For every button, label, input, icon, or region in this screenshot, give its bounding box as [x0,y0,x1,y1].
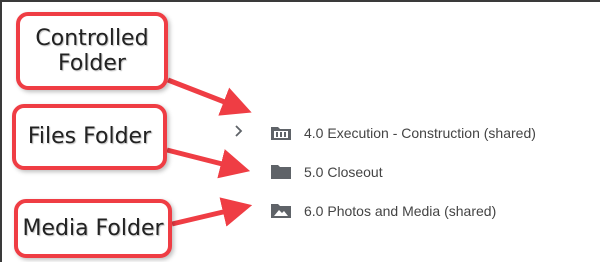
photo-folder-icon [270,201,292,221]
callout-files-folder: Files Folder [12,104,167,170]
controlled-folder-icon [270,123,292,143]
folder-row-closeout[interactable]: 5.0 Closeout [270,160,383,184]
chevron-right-icon[interactable] [233,121,245,141]
callout-controlled-line2: Folder [57,51,126,76]
folder-row-photos[interactable]: 6.0 Photos and Media (shared) [270,199,496,223]
callout-media-folder: Media Folder [14,199,172,258]
folder-label: 4.0 Execution - Construction (shared) [304,125,536,141]
folder-label: 6.0 Photos and Media (shared) [304,203,497,219]
callout-controlled-line1: Controlled [35,25,149,51]
callout-controlled-folder: Controlled Folder [16,12,168,90]
callout-media-label: Media Folder [22,215,164,241]
folder-icon [270,162,292,182]
folder-label: 5.0 Closeout [304,164,383,180]
callout-files-label: Files Folder [27,124,152,150]
folder-row-execution[interactable]: 4.0 Execution - Construction (shared) [270,121,536,145]
